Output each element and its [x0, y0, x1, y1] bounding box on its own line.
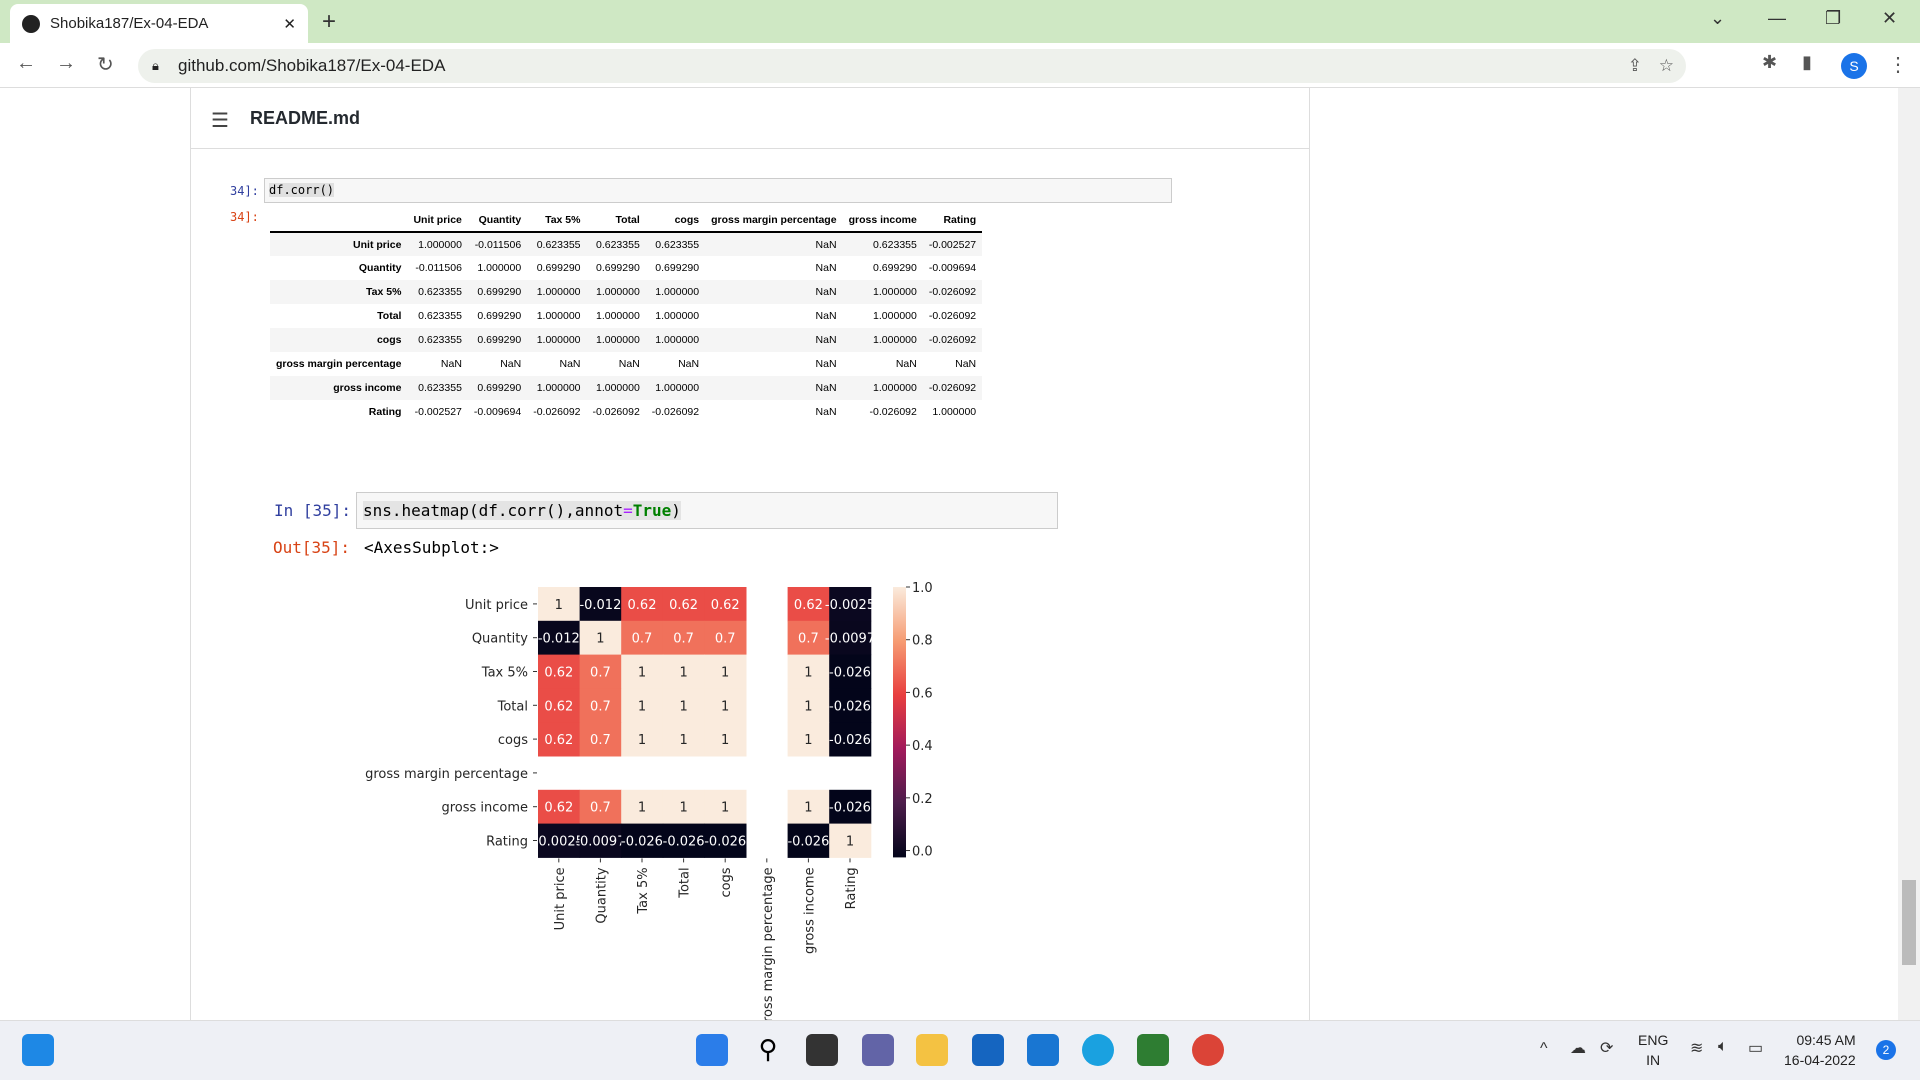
wifi-icon[interactable]: ≋: [1690, 1038, 1703, 1058]
cell-annotation: -0.012: [579, 598, 621, 613]
y-tick-label: gross margin percentage: [365, 767, 528, 782]
tray-chevron-icon[interactable]: ^: [1540, 1040, 1548, 1058]
cell-annotation: 1: [721, 666, 729, 681]
y-tick-label: Rating: [486, 835, 528, 850]
cell-annotation: 1: [638, 733, 646, 748]
cell-annotation: 0.7: [590, 666, 611, 681]
y-tick-label: Tax 5%: [481, 666, 528, 681]
date: 16-04-2022: [1784, 1052, 1856, 1068]
x-tick-label: Rating: [844, 867, 859, 909]
chrome-icon[interactable]: [1192, 1034, 1224, 1066]
cell-annotation: -0.0025: [825, 598, 875, 613]
x-tick-label: Unit price: [553, 867, 568, 930]
cell-annotation: 0.62: [544, 801, 573, 816]
x-tick-label: Quantity: [594, 867, 609, 923]
cell-annotation: 1: [721, 699, 729, 714]
sync-icon[interactable]: ⟳: [1600, 1038, 1613, 1058]
battery-icon[interactable]: ▭: [1748, 1038, 1763, 1058]
start-icon[interactable]: [696, 1034, 728, 1066]
language-indicator[interactable]: ENG IN: [1638, 1030, 1668, 1070]
cell-annotation: -0.012: [538, 632, 580, 647]
cell-annotation: 0.7: [590, 699, 611, 714]
y-tick-label: Quantity: [472, 632, 528, 647]
cell-annotation: 0.62: [628, 598, 657, 613]
cell-annotation: -0.0097: [825, 632, 875, 647]
colorbar-tick-label: 1.0: [912, 581, 933, 596]
scrollbar-thumb[interactable]: [1902, 880, 1916, 965]
region-code: IN: [1646, 1052, 1661, 1068]
cell-annotation: 1: [721, 801, 729, 816]
cell-annotation: -0.026: [829, 733, 871, 748]
x-tick-label: gross margin percentage: [761, 867, 776, 1020]
teams-icon[interactable]: [862, 1034, 894, 1066]
y-tick-label: cogs: [498, 733, 528, 748]
search-icon[interactable]: ⚲: [752, 1034, 784, 1066]
cell-annotation: 0.7: [673, 632, 694, 647]
xbox-icon[interactable]: [1137, 1034, 1169, 1066]
cell-annotation: -0.026: [621, 835, 663, 850]
cell-annotation: 1: [721, 733, 729, 748]
colorbar-tick-label: 0.0: [912, 845, 933, 860]
y-tick-label: Unit price: [465, 598, 528, 613]
cell-annotation: 1: [638, 699, 646, 714]
colorbar-tick-label: 0.8: [912, 634, 933, 649]
cell-annotation: 0.62: [544, 733, 573, 748]
cell-annotation: 1: [555, 598, 563, 613]
cell-annotation: 1: [596, 632, 604, 647]
onedrive-icon[interactable]: ☁: [1570, 1038, 1586, 1058]
cell-annotation: 1: [846, 835, 854, 850]
cell-annotation: 0.7: [798, 632, 819, 647]
task-view-icon[interactable]: [806, 1034, 838, 1066]
x-tick-label: gross income: [802, 867, 817, 954]
volume-icon[interactable]: 🔈︎: [1718, 1038, 1728, 1056]
notification-badge[interactable]: 2: [1876, 1040, 1896, 1060]
cell-annotation: 0.62: [711, 598, 740, 613]
colorbar-tick-label: 0.4: [912, 739, 933, 754]
cell-annotation: -0.026: [829, 666, 871, 681]
cell-annotation: 0.62: [544, 666, 573, 681]
cell-annotation: 1: [679, 666, 687, 681]
clock[interactable]: 09:45 AM 16-04-2022: [1784, 1030, 1856, 1070]
widgets-icon[interactable]: [22, 1034, 54, 1066]
y-tick-label: Total: [497, 699, 528, 714]
time: 09:45 AM: [1796, 1032, 1856, 1048]
cell-annotation: -0.0097: [575, 835, 625, 850]
cell-annotation: -0.026: [704, 835, 746, 850]
x-tick-label: Total: [678, 867, 693, 898]
cell-annotation: 1: [804, 666, 812, 681]
cell-annotation: 0.7: [590, 733, 611, 748]
colorbar-tick-label: 0.2: [912, 792, 933, 807]
cell-annotation: 1: [679, 699, 687, 714]
cell-annotation: 1: [804, 699, 812, 714]
lang-code: ENG: [1638, 1032, 1669, 1048]
x-tick-label: cogs: [719, 867, 734, 897]
y-tick-label: gross income: [441, 801, 528, 816]
cell-annotation: 0.7: [715, 632, 736, 647]
colorbar-tick-label: 0.6: [912, 686, 933, 701]
cell-annotation: 1: [804, 733, 812, 748]
cell-annotation: -0.026: [829, 801, 871, 816]
cell-annotation: 1: [804, 801, 812, 816]
cell-annotation: 1: [679, 801, 687, 816]
taskbar: [0, 1020, 1920, 1080]
heatmap-chart: 1 -0.012 0.62 0.62 0.62 0.62 -0.0025-0.012 1 0.7…: [365, 581, 933, 1020]
cell-annotation: 0.62: [669, 598, 698, 613]
dell-icon[interactable]: [972, 1034, 1004, 1066]
cell-annotation: 1: [679, 733, 687, 748]
cell-annotation: -0.026: [663, 835, 705, 850]
cell-annotation: 0.62: [794, 598, 823, 613]
cell-annotation: 0.7: [632, 632, 653, 647]
edge-icon[interactable]: [1082, 1034, 1114, 1066]
cell-annotation: -0.026: [829, 699, 871, 714]
cell-annotation: 1: [638, 666, 646, 681]
file-explorer-icon[interactable]: [916, 1034, 948, 1066]
mail-icon[interactable]: [1027, 1034, 1059, 1066]
cell-annotation: 0.62: [544, 699, 573, 714]
colorbar: [893, 587, 906, 858]
cell-annotation: 0.7: [590, 801, 611, 816]
x-tick-label: Tax 5%: [636, 867, 651, 914]
cell-annotation: 1: [638, 801, 646, 816]
cell-annotation: -0.026: [787, 835, 829, 850]
